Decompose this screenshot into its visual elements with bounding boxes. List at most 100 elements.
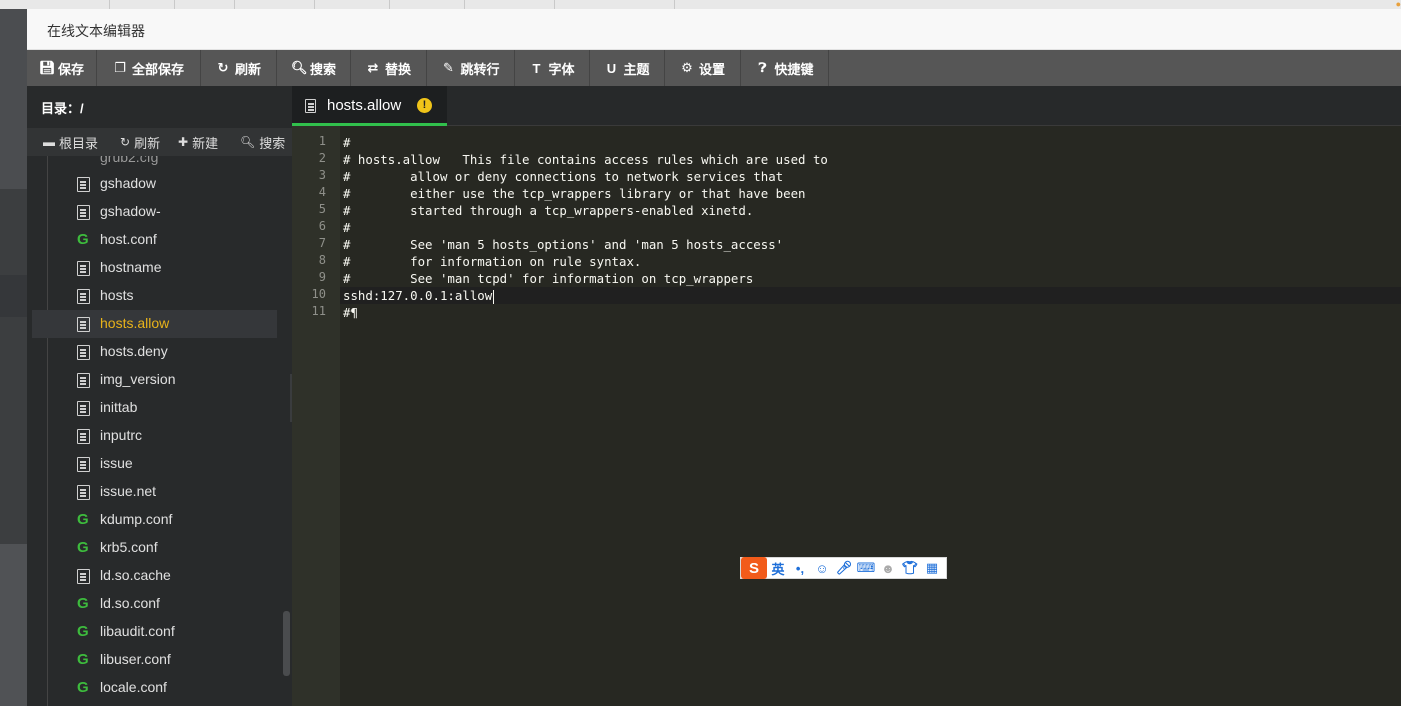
tree-item[interactable]: Gkdump.conf bbox=[32, 506, 277, 534]
line-number: 7 bbox=[318, 236, 326, 250]
shortcuts-button[interactable]: ❓︎ 快捷键 bbox=[741, 50, 829, 86]
tree-item[interactable]: Gkrb5.conf bbox=[32, 534, 277, 562]
root-dir-label: 根目录 bbox=[59, 135, 99, 151]
ime-microphone-icon[interactable]: 🎤︎ bbox=[833, 560, 855, 576]
code-line[interactable]: # allow or deny connections to network s… bbox=[343, 168, 783, 185]
tree-item[interactable]: inputrc bbox=[32, 422, 277, 450]
sidebar-search-label: 搜索 bbox=[259, 135, 286, 151]
ime-toolbar[interactable]: S 英 •, ☺ 🎤︎ ⌨ ☻ 👕︎ ▦ bbox=[740, 557, 947, 579]
copy-icon: ❐ bbox=[114, 60, 126, 75]
code-line-text: # bbox=[343, 135, 351, 150]
sidebar-search-button[interactable]: 🔍︎ 搜索 bbox=[240, 128, 285, 156]
tree-item-label: host.conf bbox=[100, 231, 157, 247]
sidebar-scrollbar[interactable] bbox=[283, 611, 290, 676]
tree-item[interactable]: hosts.allow bbox=[32, 310, 277, 338]
refresh-button[interactable]: ↻ 刷新 bbox=[201, 50, 277, 86]
code-line[interactable]: # See 'man 5 hosts_options' and 'man 5 h… bbox=[343, 236, 783, 253]
ime-logo-icon[interactable]: S bbox=[741, 557, 767, 579]
sidebar-refresh-label: 刷新 bbox=[134, 135, 161, 151]
file-icon bbox=[77, 289, 90, 304]
search-icon: 🔍︎ bbox=[240, 135, 256, 149]
code-line[interactable]: # started through a tcp_wrappers-enabled… bbox=[343, 202, 753, 219]
tree-item[interactable]: gshadow- bbox=[32, 198, 277, 226]
line-number: 1 bbox=[318, 134, 326, 148]
tree-item[interactable]: ld.so.cache bbox=[32, 562, 277, 590]
tree-item[interactable]: Glibaudit.conf bbox=[32, 618, 277, 646]
tree-item-label: ld.so.conf bbox=[100, 595, 160, 611]
save-button[interactable]: 💾︎ 保存 bbox=[27, 50, 97, 86]
tree-item-label: krb5.conf bbox=[100, 539, 158, 555]
code-line[interactable]: # bbox=[343, 219, 350, 236]
tree-item[interactable]: hosts.deny bbox=[32, 338, 277, 366]
code-line-text: # allow or deny connections to network s… bbox=[343, 169, 784, 184]
refresh-icon: ↻ bbox=[217, 60, 229, 75]
tree-item-label: inittab bbox=[100, 399, 138, 415]
search-button[interactable]: 🔍︎ 搜索 bbox=[277, 50, 351, 86]
ime-skin-icon[interactable]: 👕︎ bbox=[899, 560, 921, 576]
tab-hosts-allow[interactable]: hosts.allow ! bbox=[292, 86, 447, 126]
gear-icon: ⚙ bbox=[681, 60, 693, 75]
ime-keyboard-icon[interactable]: ⌨ bbox=[855, 560, 877, 576]
tree-item[interactable]: inittab bbox=[32, 394, 277, 422]
tree-item-label: hosts.deny bbox=[100, 343, 168, 359]
goto-line-button[interactable]: ✎ 跳转行 bbox=[427, 50, 515, 86]
tree-item-label: libuser.conf bbox=[100, 651, 171, 667]
modal-title-bar[interactable]: 在线文本编辑器 bbox=[27, 9, 1401, 50]
ime-punctuation-icon[interactable]: •, bbox=[789, 561, 811, 576]
tree-item[interactable]: Ghost.conf bbox=[32, 226, 277, 254]
settings-button[interactable]: ⚙ 设置 bbox=[665, 50, 741, 86]
ime-mode-toggle[interactable]: 英 bbox=[767, 559, 789, 578]
file-icon bbox=[77, 373, 90, 388]
code-line[interactable]: # either use the tcp_wrappers library or… bbox=[343, 185, 806, 202]
tree-item-partial[interactable]: grub2.cfg bbox=[100, 156, 158, 165]
tree-item-label: hosts.allow bbox=[100, 315, 170, 331]
replace-button[interactable]: ⇄ 替换 bbox=[351, 50, 427, 86]
code-line[interactable]: #¶ bbox=[343, 304, 358, 321]
tree-item[interactable]: issue.net bbox=[32, 478, 277, 506]
theme-button[interactable]: U 主题 bbox=[590, 50, 665, 86]
tree-item-label: issue.net bbox=[100, 483, 157, 499]
editor-toolbar: 💾︎ 保存 ❐ 全部保存 ↻ 刷新 🔍︎ 搜索 ⇄ 替换 ✎ 跳转行 T 字体 … bbox=[27, 50, 1401, 86]
editor-tab-bar: hosts.allow ! bbox=[292, 86, 1401, 126]
line-number: 11 bbox=[311, 304, 326, 318]
font-button[interactable]: T 字体 bbox=[515, 50, 590, 86]
tree-item[interactable]: gshadow bbox=[32, 170, 277, 198]
save-all-button[interactable]: ❐ 全部保存 bbox=[97, 50, 201, 86]
code-editor[interactable]: 1 2 3 4 5 6 7 8 9 10 11 # # hosts.allow This file c… bbox=[292, 126, 1401, 706]
sidebar-actions: ▬ 根目录 ↻ 刷新 ✚ 新建 🔍︎ 搜索 bbox=[27, 128, 292, 156]
tree-item[interactable]: issue bbox=[32, 450, 277, 478]
code-line[interactable]: sshd:127.0.0.1:allow bbox=[340, 287, 1401, 304]
tree-item[interactable]: img_version bbox=[32, 366, 277, 394]
conf-file-icon: G bbox=[77, 539, 89, 556]
replace-label: 替换 bbox=[384, 61, 411, 77]
background-page bbox=[0, 9, 27, 706]
file-icon bbox=[77, 317, 90, 332]
ime-emoji-icon[interactable]: ☺ bbox=[811, 561, 833, 576]
code-line-text: sshd:127.0.0.1:allow bbox=[343, 288, 493, 303]
new-file-button[interactable]: ✚ 新建 bbox=[178, 128, 218, 156]
tree-item[interactable]: hostname bbox=[32, 254, 277, 282]
line-number: 8 bbox=[318, 253, 326, 267]
root-dir-button[interactable]: ▬ 根目录 bbox=[43, 128, 98, 156]
file-icon bbox=[77, 177, 90, 192]
tree-item[interactable]: hosts bbox=[32, 282, 277, 310]
settings-label: 设置 bbox=[698, 61, 725, 77]
tree-item[interactable]: Glocale.conf bbox=[32, 674, 277, 702]
tree-item[interactable]: Glibuser.conf bbox=[32, 646, 277, 674]
search-icon: 🔍︎ bbox=[290, 60, 308, 75]
ime-user-icon[interactable]: ☻ bbox=[877, 561, 899, 576]
conf-file-icon: G bbox=[77, 651, 89, 668]
tree-item-label: kdump.conf bbox=[100, 511, 173, 527]
tree-item[interactable]: Gld.so.conf bbox=[32, 590, 277, 618]
sidebar-refresh-button[interactable]: ↻ 刷新 bbox=[120, 128, 160, 156]
theme-label: 主题 bbox=[623, 61, 650, 77]
line-number: 10 bbox=[311, 287, 326, 301]
file-icon bbox=[77, 205, 90, 220]
plus-icon: ✚ bbox=[178, 135, 189, 149]
code-line[interactable]: # for information on rule syntax. bbox=[343, 253, 641, 270]
file-icon bbox=[77, 429, 90, 444]
code-line[interactable]: # bbox=[343, 134, 350, 151]
code-line[interactable]: # hosts.allow This file contains access … bbox=[343, 151, 828, 168]
code-line[interactable]: # See 'man tcpd' for information on tcp_… bbox=[343, 270, 753, 287]
ime-grid-icon[interactable]: ▦ bbox=[921, 560, 943, 576]
